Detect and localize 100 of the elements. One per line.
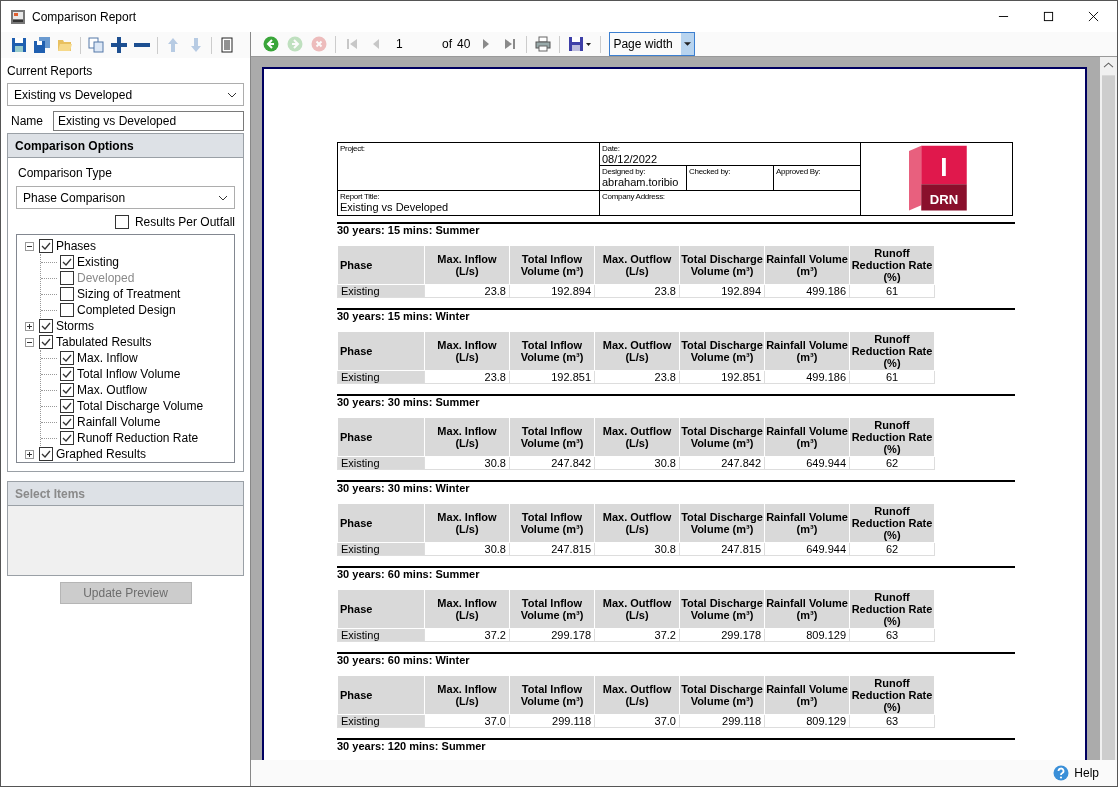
current-reports-dropdown[interactable]: Existing vs Developed bbox=[7, 83, 244, 106]
checkbox[interactable] bbox=[114, 215, 129, 229]
tree-item[interactable]: Phases bbox=[56, 239, 97, 253]
field-caption: Approved By: bbox=[776, 167, 822, 176]
table-cell: 30.8 bbox=[594, 456, 680, 470]
checkbox[interactable] bbox=[60, 287, 74, 301]
column-header: Max. Inflow (L/s) bbox=[424, 331, 510, 371]
column-header: Total Discharge Volume (m³) bbox=[679, 503, 765, 543]
maximize-icon[interactable] bbox=[1043, 11, 1054, 22]
back-icon[interactable] bbox=[263, 36, 279, 52]
tree-item[interactable]: Total Inflow Volume bbox=[77, 367, 181, 381]
table-cell: 61 bbox=[849, 284, 935, 298]
table-cell: 499.186 bbox=[764, 370, 850, 384]
column-header: Phase bbox=[337, 245, 425, 285]
comparison-type-dropdown[interactable]: Phase Comparison bbox=[16, 186, 235, 209]
checkbox[interactable] bbox=[39, 319, 53, 333]
checkbox[interactable] bbox=[39, 335, 53, 349]
table-cell: 37.0 bbox=[424, 714, 510, 728]
tree-item[interactable]: Max. Inflow bbox=[77, 351, 138, 365]
table-cell: 37.2 bbox=[594, 628, 680, 642]
section-heading: 30 years: 120 mins: Summer bbox=[337, 740, 487, 752]
plus-icon[interactable] bbox=[111, 37, 127, 53]
document-icon[interactable] bbox=[219, 37, 235, 53]
tree-item[interactable]: Existing bbox=[77, 255, 120, 269]
save-all-icon[interactable] bbox=[34, 37, 50, 53]
table-cell: 30.8 bbox=[424, 542, 510, 556]
column-header: Total Discharge Volume (m³) bbox=[679, 245, 765, 285]
checkbox[interactable] bbox=[60, 383, 74, 397]
table-cell: 23.8 bbox=[424, 284, 510, 298]
checkbox[interactable] bbox=[60, 351, 74, 365]
tree-item[interactable]: Runoff Reduction Rate bbox=[77, 431, 199, 445]
table-cell: 299.178 bbox=[509, 628, 595, 642]
table-cell: 299.178 bbox=[679, 628, 765, 642]
table-cell: 63 bbox=[849, 714, 935, 728]
checkbox[interactable] bbox=[39, 239, 53, 253]
expander-icon[interactable] bbox=[25, 241, 34, 251]
save-icon[interactable] bbox=[11, 37, 27, 53]
column-header: Rainfall Volume (m³) bbox=[764, 417, 850, 457]
column-header: Total Discharge Volume (m³) bbox=[679, 589, 765, 629]
column-header: Total Inflow Volume (m³) bbox=[509, 675, 595, 715]
field-caption: Date: bbox=[602, 144, 621, 153]
column-header: Rainfall Volume (m³) bbox=[764, 331, 850, 371]
chevron-down-icon bbox=[218, 194, 228, 201]
checkbox[interactable] bbox=[60, 367, 74, 381]
copy-icon[interactable] bbox=[88, 37, 104, 53]
close-icon[interactable] bbox=[1088, 11, 1099, 22]
column-header: Max. Outflow (L/s) bbox=[594, 589, 680, 629]
tree-item[interactable]: Completed Design bbox=[77, 303, 176, 317]
section-heading: 30 years: 30 mins: Winter bbox=[337, 482, 471, 494]
help-link[interactable]: Help bbox=[1074, 766, 1099, 780]
column-header: Rainfall Volume (m³) bbox=[764, 675, 850, 715]
expander-icon[interactable] bbox=[25, 321, 34, 331]
table-cell: 62 bbox=[849, 456, 935, 470]
tree-item[interactable]: Sizing of Treatment bbox=[77, 287, 181, 301]
table-cell: 247.842 bbox=[679, 456, 765, 470]
field-caption: Designed by: bbox=[602, 167, 647, 176]
print-icon[interactable] bbox=[535, 36, 552, 52]
table-cell: 23.8 bbox=[594, 370, 680, 384]
checkbox[interactable] bbox=[39, 447, 53, 461]
tree-item[interactable]: Tabulated Results bbox=[56, 335, 152, 349]
checkbox-label: Results Per Outfall bbox=[134, 215, 235, 229]
checkbox[interactable] bbox=[60, 415, 74, 429]
column-header: Total Inflow Volume (m³) bbox=[509, 503, 595, 543]
section-heading: 30 years: 60 mins: Winter bbox=[337, 654, 471, 666]
window-title: Comparison Report bbox=[32, 9, 137, 24]
table-cell: 299.118 bbox=[509, 714, 595, 728]
column-header: Total Discharge Volume (m³) bbox=[679, 417, 765, 457]
tree-item[interactable]: Total Discharge Volume bbox=[77, 399, 204, 413]
section-heading: 30 years: 15 mins: Summer bbox=[337, 224, 481, 236]
column-header: Phase bbox=[337, 417, 425, 457]
scrollbar-drawing[interactable] bbox=[1100, 57, 1117, 760]
checkbox[interactable] bbox=[60, 255, 74, 269]
checkbox[interactable] bbox=[60, 399, 74, 413]
tree-item[interactable]: Graphed Results bbox=[56, 447, 147, 461]
table-cell: 247.842 bbox=[509, 456, 595, 470]
table-cell: 37.2 bbox=[424, 628, 510, 642]
table-cell: 192.851 bbox=[679, 370, 765, 384]
expander-icon[interactable] bbox=[25, 337, 34, 347]
table-cell: 247.815 bbox=[509, 542, 595, 556]
table-cell: 809.129 bbox=[764, 628, 850, 642]
column-header: Rainfall Volume (m³) bbox=[764, 245, 850, 285]
checkbox[interactable] bbox=[60, 303, 74, 317]
expander-icon[interactable] bbox=[25, 449, 34, 459]
table-cell: 192.894 bbox=[679, 284, 765, 298]
column-header: Max. Outflow (L/s) bbox=[594, 245, 680, 285]
name-label: Name bbox=[11, 114, 43, 128]
column-header: Max. Inflow (L/s) bbox=[424, 589, 510, 629]
checkbox[interactable] bbox=[60, 431, 74, 445]
table-cell: 61 bbox=[849, 370, 935, 384]
table-cell: 192.894 bbox=[509, 284, 595, 298]
column-header: Runoff Reduction Rate (%) bbox=[849, 675, 935, 715]
save-dropdown-icon[interactable] bbox=[568, 36, 593, 52]
name-field[interactable]: Existing vs Developed bbox=[53, 111, 244, 131]
column-header: Max. Outflow (L/s) bbox=[594, 675, 680, 715]
help-icon[interactable] bbox=[1053, 765, 1070, 781]
tree-item[interactable]: Storms bbox=[56, 319, 94, 333]
column-header: Rainfall Volume (m³) bbox=[764, 503, 850, 543]
tree-item[interactable]: Max. Outflow bbox=[77, 383, 148, 397]
tree-item[interactable]: Rainfall Volume bbox=[77, 415, 161, 429]
zoom-dropdown[interactable]: Page width bbox=[609, 32, 696, 56]
